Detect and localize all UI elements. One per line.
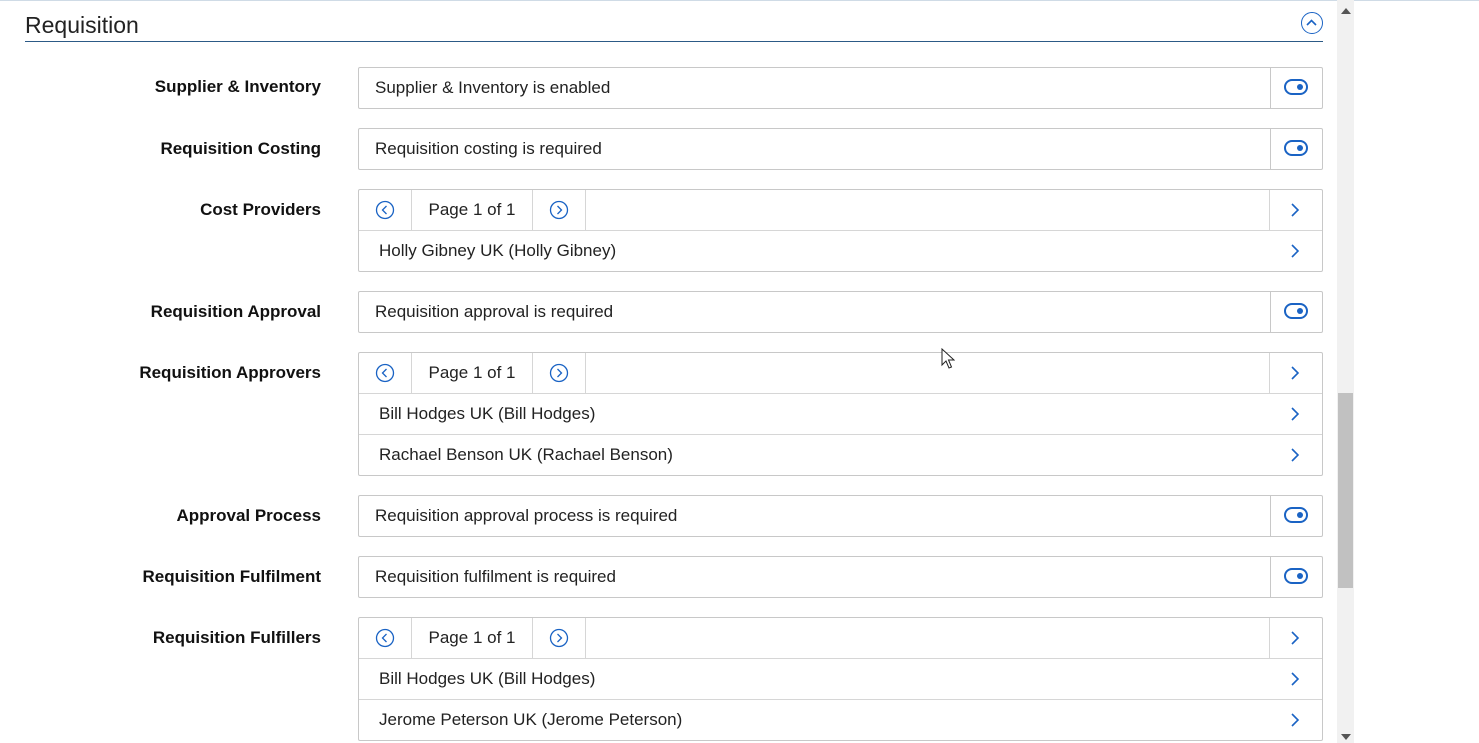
chevron-right-circle-icon — [549, 363, 569, 383]
chevron-left-circle-icon — [375, 628, 395, 648]
vertical-scrollbar[interactable] — [1337, 0, 1354, 743]
requisition-approval-value: Requisition approval is required — [375, 302, 614, 321]
toggle-on-icon — [1284, 568, 1308, 584]
pager-row: Page 1 of 1 — [359, 353, 1322, 394]
list-item-label: Bill Hodges UK (Bill Hodges) — [379, 669, 596, 688]
pager-row: Page 1 of 1 — [359, 618, 1322, 659]
list-item-label: Rachael Benson UK (Rachael Benson) — [379, 445, 673, 464]
requisition-fulfillers-label: Requisition Fulfillers — [152, 628, 321, 647]
requisition-costing-toggle[interactable] — [1270, 129, 1322, 169]
requisition-fulfilment-field: Requisition fulfilment is required — [358, 556, 1323, 598]
supplier-inventory-toggle[interactable] — [1270, 68, 1322, 108]
next-page-button[interactable] — [533, 190, 586, 230]
list-item[interactable]: Bill Hodges UK (Bill Hodges) — [359, 659, 1322, 700]
list-item-label: Bill Hodges UK (Bill Hodges) — [379, 404, 596, 423]
page-indicator: Page 1 of 1 — [412, 353, 533, 393]
list-item[interactable]: Jerome Peterson UK (Jerome Peterson) — [359, 700, 1322, 740]
list-item[interactable]: Rachael Benson UK (Rachael Benson) — [359, 435, 1322, 475]
chevron-right-icon — [1291, 672, 1300, 686]
list-item-chevron[interactable] — [1270, 394, 1322, 434]
approval-process-value: Requisition approval process is required — [375, 506, 678, 525]
approval-process-label: Approval Process — [176, 506, 321, 525]
requisition-fulfilment-toggle[interactable] — [1270, 557, 1322, 597]
list-item[interactable]: Bill Hodges UK (Bill Hodges) — [359, 394, 1322, 435]
requisition-approvers-list: Page 1 of 1 Bill Hodges UK (Bill Hodges) — [358, 352, 1323, 476]
chevron-right-icon — [1291, 366, 1300, 380]
open-requisition-fulfillers-button[interactable] — [1269, 618, 1322, 658]
chevron-left-circle-icon — [375, 200, 395, 220]
requisition-fulfillers-list: Page 1 of 1 Bill Hodges UK (Bill Hodges) — [358, 617, 1323, 741]
previous-page-button[interactable] — [359, 190, 412, 230]
requisition-approval-toggle[interactable] — [1270, 292, 1322, 332]
toggle-on-icon — [1284, 303, 1308, 319]
section-title: Requisition — [25, 12, 139, 38]
requisition-costing-value: Requisition costing is required — [375, 139, 602, 158]
pager-row: Page 1 of 1 — [359, 190, 1322, 231]
scroll-down-icon[interactable] — [1341, 734, 1351, 740]
chevron-right-circle-icon — [549, 200, 569, 220]
list-item-chevron[interactable] — [1270, 435, 1322, 475]
next-page-button[interactable] — [533, 353, 586, 393]
scroll-thumb[interactable] — [1338, 393, 1353, 588]
toggle-on-icon — [1284, 507, 1308, 523]
requisition-approval-field: Requisition approval is required — [358, 291, 1323, 333]
approval-process-field: Requisition approval process is required — [358, 495, 1323, 537]
chevron-right-icon — [1291, 713, 1300, 727]
supplier-inventory-field: Supplier & Inventory is enabled — [358, 67, 1323, 109]
requisition-settings-page: Requisition Supplier & Inventory Supplie… — [0, 0, 1479, 743]
supplier-inventory-label: Supplier & Inventory — [154, 77, 321, 96]
list-item-chevron[interactable] — [1270, 231, 1322, 271]
open-requisition-approvers-button[interactable] — [1269, 353, 1322, 393]
requisition-approval-label: Requisition Approval — [150, 302, 321, 321]
requisition-costing-label: Requisition Costing — [160, 139, 321, 158]
chevron-up-circle-icon — [1306, 19, 1317, 26]
open-cost-providers-button[interactable] — [1269, 190, 1322, 230]
previous-page-button[interactable] — [359, 618, 412, 658]
top-divider — [0, 0, 1479, 1]
scroll-up-icon[interactable] — [1341, 8, 1351, 14]
chevron-right-icon — [1291, 448, 1300, 462]
list-item[interactable]: Holly Gibney UK (Holly Gibney) — [359, 231, 1322, 271]
collapse-section-button[interactable] — [1301, 12, 1323, 34]
supplier-inventory-value: Supplier & Inventory is enabled — [375, 78, 611, 97]
chevron-right-icon — [1291, 244, 1300, 258]
toggle-on-icon — [1284, 79, 1308, 95]
approval-process-toggle[interactable] — [1270, 496, 1322, 536]
cost-providers-label: Cost Providers — [200, 200, 321, 219]
requisition-fulfilment-label: Requisition Fulfilment — [142, 567, 322, 586]
chevron-right-icon — [1291, 203, 1300, 217]
toggle-on-icon — [1284, 140, 1308, 156]
chevron-right-icon — [1291, 631, 1300, 645]
list-item-label: Jerome Peterson UK (Jerome Peterson) — [379, 710, 683, 729]
mouse-cursor-icon — [941, 348, 955, 369]
list-item-label: Holly Gibney UK (Holly Gibney) — [379, 241, 617, 260]
previous-page-button[interactable] — [359, 353, 412, 393]
chevron-right-circle-icon — [549, 628, 569, 648]
section-header: Requisition — [25, 4, 1323, 42]
page-indicator: Page 1 of 1 — [412, 190, 533, 230]
requisition-fulfilment-value: Requisition fulfilment is required — [375, 567, 616, 586]
list-item-chevron[interactable] — [1270, 700, 1322, 740]
list-item-chevron[interactable] — [1270, 659, 1322, 699]
page-indicator: Page 1 of 1 — [412, 618, 533, 658]
requisition-approvers-label: Requisition Approvers — [139, 363, 321, 382]
requisition-costing-field: Requisition costing is required — [358, 128, 1323, 170]
next-page-button[interactable] — [533, 618, 586, 658]
cost-providers-list: Page 1 of 1 Holly Gibney UK (Holly Gibne… — [358, 189, 1323, 272]
chevron-right-icon — [1291, 407, 1300, 421]
chevron-left-circle-icon — [375, 363, 395, 383]
